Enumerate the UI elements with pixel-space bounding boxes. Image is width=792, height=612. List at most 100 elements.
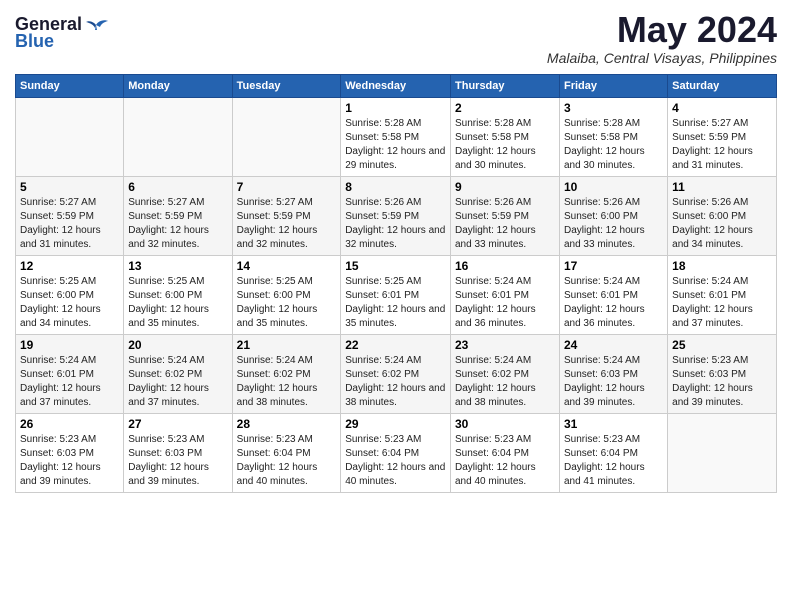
day-info: Sunrise: 5:27 AM Sunset: 5:59 PM Dayligh…: [237, 196, 337, 252]
calendar-week-row: 12 Sunrise: 5:25 AM Sunset: 6:00 PM Dayli…: [16, 255, 777, 334]
calendar-empty-cell: [16, 97, 124, 176]
column-header-monday: Monday: [124, 74, 232, 97]
day-number: 22: [345, 338, 446, 352]
day-info: Sunrise: 5:23 AM Sunset: 6:04 PM Dayligh…: [564, 433, 663, 489]
calendar-day-cell: 9 Sunrise: 5:26 AM Sunset: 5:59 PM Daylig…: [451, 176, 560, 255]
day-info: Sunrise: 5:23 AM Sunset: 6:03 PM Dayligh…: [672, 354, 772, 410]
title-block: May 2024 Malaiba, Central Visayas, Phili…: [547, 10, 777, 66]
day-number: 20: [128, 338, 227, 352]
calendar-empty-cell: [668, 413, 777, 492]
logo: General Blue: [15, 14, 108, 52]
day-info: Sunrise: 5:28 AM Sunset: 5:58 PM Dayligh…: [564, 117, 663, 173]
day-info: Sunrise: 5:25 AM Sunset: 6:01 PM Dayligh…: [345, 275, 446, 331]
column-header-friday: Friday: [559, 74, 667, 97]
day-info: Sunrise: 5:24 AM Sunset: 6:02 PM Dayligh…: [237, 354, 337, 410]
calendar-day-cell: 25 Sunrise: 5:23 AM Sunset: 6:03 PM Dayli…: [668, 334, 777, 413]
calendar-day-cell: 5Sunrise: 5:27 AM Sunset: 5:59 PM Daylig…: [16, 176, 124, 255]
calendar-day-cell: 30 Sunrise: 5:23 AM Sunset: 6:04 PM Dayli…: [451, 413, 560, 492]
day-number: 28: [237, 417, 337, 431]
day-info: Sunrise: 5:28 AM Sunset: 5:58 PM Dayligh…: [455, 117, 555, 173]
calendar-day-cell: 2 Sunrise: 5:28 AM Sunset: 5:58 PM Daylig…: [451, 97, 560, 176]
calendar-day-cell: 4 Sunrise: 5:27 AM Sunset: 5:59 PM Daylig…: [668, 97, 777, 176]
day-info: Sunrise: 5:26 AM Sunset: 6:00 PM Dayligh…: [564, 196, 663, 252]
day-info: Sunrise: 5:24 AM Sunset: 6:02 PM Dayligh…: [128, 354, 227, 410]
day-number: 6: [128, 180, 227, 194]
day-number: 29: [345, 417, 446, 431]
calendar-day-cell: 1 Sunrise: 5:28 AM Sunset: 5:58 PM Daylig…: [341, 97, 451, 176]
calendar-day-cell: 6Sunrise: 5:27 AM Sunset: 5:59 PM Daylig…: [124, 176, 232, 255]
day-number: 21: [237, 338, 337, 352]
day-info: Sunrise: 5:24 AM Sunset: 6:01 PM Dayligh…: [672, 275, 772, 331]
day-number: 23: [455, 338, 555, 352]
day-number: 17: [564, 259, 663, 273]
day-number: 30: [455, 417, 555, 431]
calendar-day-cell: 16 Sunrise: 5:24 AM Sunset: 6:01 PM Dayli…: [451, 255, 560, 334]
day-number: 8: [345, 180, 446, 194]
calendar-day-cell: 12 Sunrise: 5:25 AM Sunset: 6:00 PM Dayli…: [16, 255, 124, 334]
calendar-table: SundayMondayTuesdayWednesdayThursdayFrid…: [15, 74, 777, 493]
calendar-week-row: 1 Sunrise: 5:28 AM Sunset: 5:58 PM Daylig…: [16, 97, 777, 176]
day-info: Sunrise: 5:23 AM Sunset: 6:03 PM Dayligh…: [20, 433, 119, 489]
calendar-day-cell: 3Sunrise: 5:28 AM Sunset: 5:58 PM Daylig…: [559, 97, 667, 176]
day-number: 15: [345, 259, 446, 273]
calendar-day-cell: 20 Sunrise: 5:24 AM Sunset: 6:02 PM Dayli…: [124, 334, 232, 413]
calendar-day-cell: 19Sunrise: 5:24 AM Sunset: 6:01 PM Dayli…: [16, 334, 124, 413]
day-number: 7: [237, 180, 337, 194]
calendar-day-cell: 23 Sunrise: 5:24 AM Sunset: 6:02 PM Dayli…: [451, 334, 560, 413]
day-info: Sunrise: 5:27 AM Sunset: 5:59 PM Dayligh…: [672, 117, 772, 173]
day-number: 12: [20, 259, 119, 273]
day-info: Sunrise: 5:27 AM Sunset: 5:59 PM Dayligh…: [20, 196, 119, 252]
day-number: 16: [455, 259, 555, 273]
column-header-tuesday: Tuesday: [232, 74, 341, 97]
calendar-day-cell: 14Sunrise: 5:25 AM Sunset: 6:00 PM Dayli…: [232, 255, 341, 334]
day-number: 25: [672, 338, 772, 352]
day-number: 1: [345, 101, 446, 115]
calendar-day-cell: 21 Sunrise: 5:24 AM Sunset: 6:02 PM Dayli…: [232, 334, 341, 413]
calendar-week-row: 19Sunrise: 5:24 AM Sunset: 6:01 PM Dayli…: [16, 334, 777, 413]
day-number: 11: [672, 180, 772, 194]
calendar-day-cell: 24 Sunrise: 5:24 AM Sunset: 6:03 PM Dayli…: [559, 334, 667, 413]
day-number: 14: [237, 259, 337, 273]
calendar-day-cell: 10 Sunrise: 5:26 AM Sunset: 6:00 PM Dayli…: [559, 176, 667, 255]
calendar-day-cell: 22 Sunrise: 5:24 AM Sunset: 6:02 PM Dayli…: [341, 334, 451, 413]
day-info: Sunrise: 5:24 AM Sunset: 6:02 PM Dayligh…: [455, 354, 555, 410]
day-info: Sunrise: 5:26 AM Sunset: 6:00 PM Dayligh…: [672, 196, 772, 252]
day-info: Sunrise: 5:23 AM Sunset: 6:04 PM Dayligh…: [455, 433, 555, 489]
day-number: 24: [564, 338, 663, 352]
calendar-day-cell: 15 Sunrise: 5:25 AM Sunset: 6:01 PM Dayli…: [341, 255, 451, 334]
day-number: 26: [20, 417, 119, 431]
day-number: 27: [128, 417, 227, 431]
calendar-day-cell: 7 Sunrise: 5:27 AM Sunset: 5:59 PM Daylig…: [232, 176, 341, 255]
day-info: Sunrise: 5:24 AM Sunset: 6:02 PM Dayligh…: [345, 354, 446, 410]
day-info: Sunrise: 5:24 AM Sunset: 6:01 PM Dayligh…: [455, 275, 555, 331]
day-info: Sunrise: 5:25 AM Sunset: 6:00 PM Dayligh…: [128, 275, 227, 331]
day-info: Sunrise: 5:26 AM Sunset: 5:59 PM Dayligh…: [455, 196, 555, 252]
day-info: Sunrise: 5:26 AM Sunset: 5:59 PM Dayligh…: [345, 196, 446, 252]
column-header-sunday: Sunday: [16, 74, 124, 97]
day-info: Sunrise: 5:23 AM Sunset: 6:03 PM Dayligh…: [128, 433, 227, 489]
day-number: 13: [128, 259, 227, 273]
day-info: Sunrise: 5:23 AM Sunset: 6:04 PM Dayligh…: [345, 433, 446, 489]
calendar-day-cell: 18 Sunrise: 5:24 AM Sunset: 6:01 PM Dayli…: [668, 255, 777, 334]
day-number: 10: [564, 180, 663, 194]
column-header-saturday: Saturday: [668, 74, 777, 97]
logo-bird-icon: [86, 17, 108, 33]
day-number: 9: [455, 180, 555, 194]
day-number: 31: [564, 417, 663, 431]
calendar-day-cell: 28Sunrise: 5:23 AM Sunset: 6:04 PM Dayli…: [232, 413, 341, 492]
day-info: Sunrise: 5:25 AM Sunset: 6:00 PM Dayligh…: [20, 275, 119, 331]
calendar-day-cell: 11 Sunrise: 5:26 AM Sunset: 6:00 PM Dayli…: [668, 176, 777, 255]
calendar-empty-cell: [232, 97, 341, 176]
day-number: 4: [672, 101, 772, 115]
day-number: 2: [455, 101, 555, 115]
day-number: 18: [672, 259, 772, 273]
day-info: Sunrise: 5:28 AM Sunset: 5:58 PM Dayligh…: [345, 117, 446, 173]
month-title: May 2024: [547, 10, 777, 50]
column-header-wednesday: Wednesday: [341, 74, 451, 97]
calendar-day-cell: 29 Sunrise: 5:23 AM Sunset: 6:04 PM Dayli…: [341, 413, 451, 492]
column-header-thursday: Thursday: [451, 74, 560, 97]
day-number: 19: [20, 338, 119, 352]
day-info: Sunrise: 5:24 AM Sunset: 6:01 PM Dayligh…: [564, 275, 663, 331]
day-info: Sunrise: 5:24 AM Sunset: 6:03 PM Dayligh…: [564, 354, 663, 410]
calendar-day-cell: 13 Sunrise: 5:25 AM Sunset: 6:00 PM Dayli…: [124, 255, 232, 334]
